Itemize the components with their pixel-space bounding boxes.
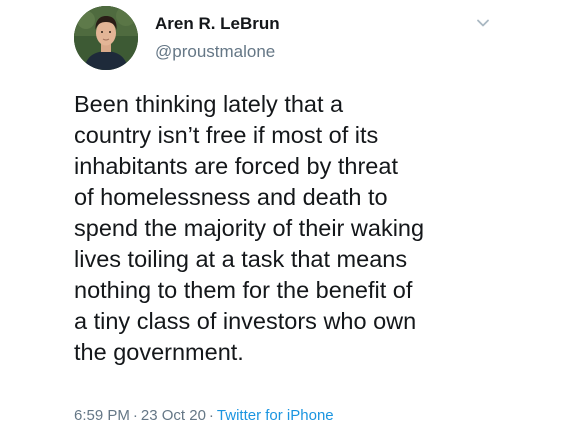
tweet-time[interactable]: 6:59 PM bbox=[74, 407, 130, 424]
tweet-card: Aren R. LeBrun @proustmalone Been thinki… bbox=[0, 0, 572, 440]
chevron-down-icon[interactable] bbox=[474, 14, 492, 32]
tweet-date[interactable]: 23 Oct 20 bbox=[141, 407, 206, 424]
tweet-text: Been thinking lately that a country isn’… bbox=[74, 91, 425, 365]
meta-separator: · bbox=[132, 407, 138, 424]
profile-photo-icon bbox=[74, 6, 138, 70]
tweet-metadata: 6:59 PM · 23 Oct 20 · Twitter for iPhone bbox=[74, 407, 334, 424]
meta-separator: · bbox=[208, 407, 214, 424]
author-handle[interactable]: @proustmalone bbox=[155, 42, 275, 62]
tweet-source-link[interactable]: Twitter for iPhone bbox=[217, 407, 334, 424]
avatar[interactable] bbox=[74, 6, 138, 70]
author-display-name[interactable]: Aren R. LeBrun bbox=[155, 14, 280, 34]
